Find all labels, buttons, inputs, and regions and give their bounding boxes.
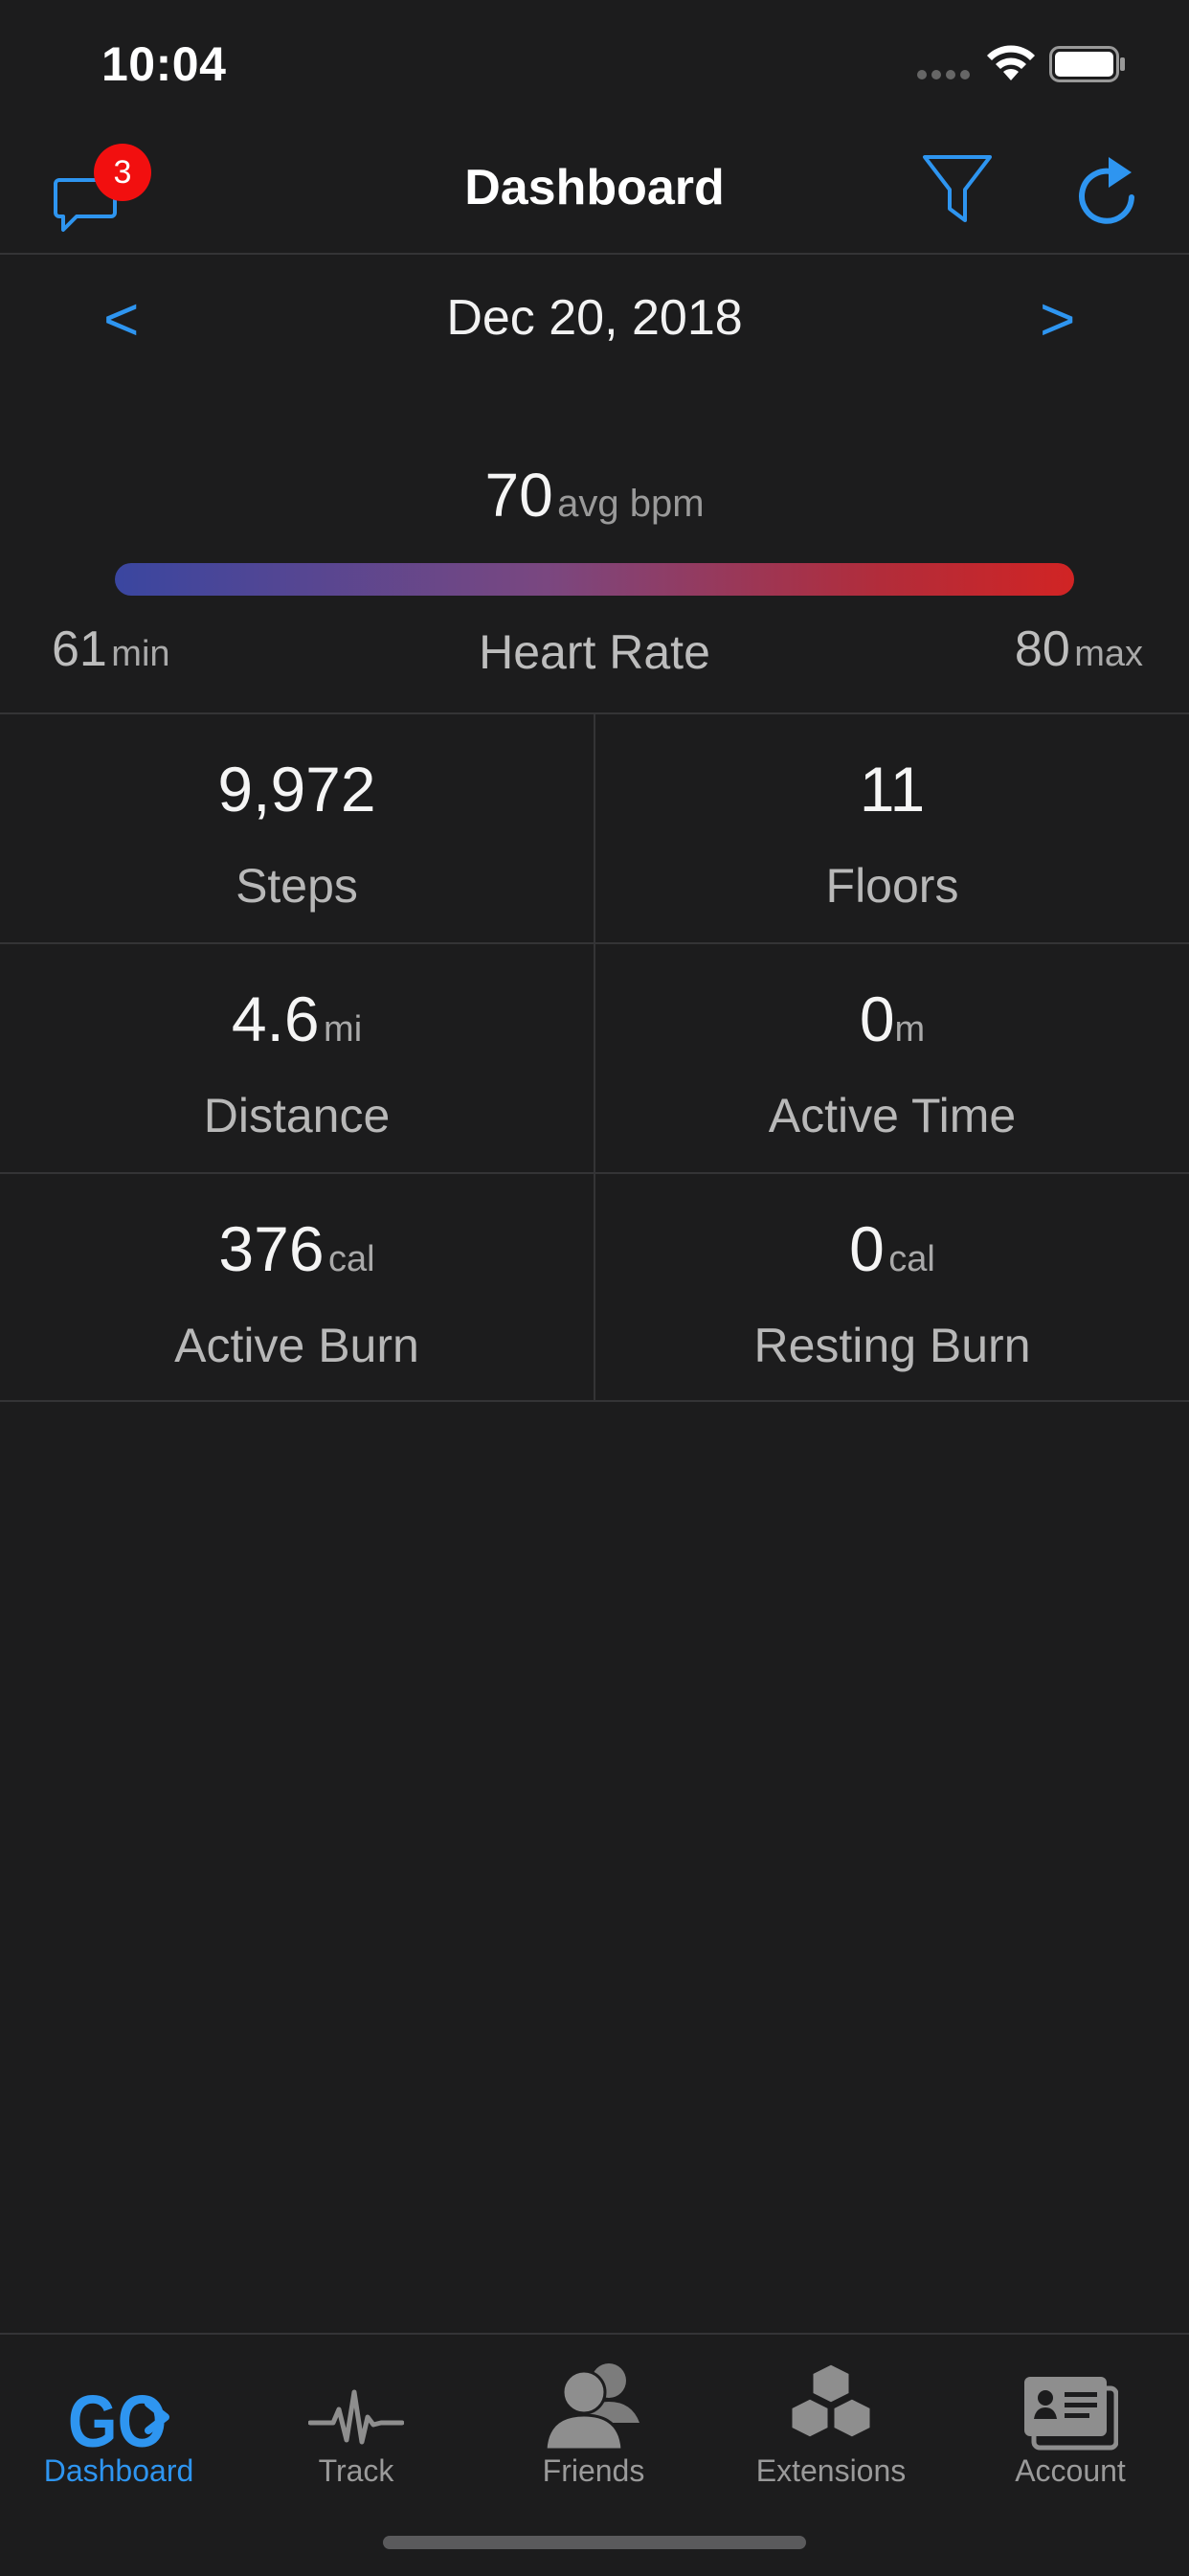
heart-rate-max-value: 80 [1014,621,1070,677]
tab-track[interactable]: Track [237,2344,475,2497]
tab-friends-label: Friends [542,2453,645,2488]
heart-rate-gradient-bar [115,563,1074,596]
page-title: Dashboard [464,160,725,215]
tab-extensions-label: Extensions [755,2453,907,2488]
cubes-icon [789,2361,873,2440]
stats-grid: 9,972 Steps 11 Floors 4.6 mi Distance 0m… [0,712,1189,1402]
active-burn-label: Active Burn [174,1319,419,1372]
go-logo-icon: GO [68,2381,169,2452]
active-burn-value: 376 [218,1213,325,1284]
distance-tile[interactable]: 4.6 mi Distance [0,944,595,1172]
distance-unit: mi [324,1009,363,1050]
tab-account-label: Account [1015,2453,1126,2488]
tab-dashboard[interactable]: GO Dashboard [0,2344,237,2497]
heart-rate-max-unit: max [1074,634,1143,674]
distance-value: 4.6 [231,983,320,1054]
navigation-bar: 3 Dashboard [0,124,1189,255]
resting-burn-label: Resting Burn [753,1319,1031,1372]
active-burn-value-line: 376 cal [0,1212,594,1285]
wifi-icon [987,45,1035,80]
refresh-icon[interactable] [1072,153,1145,230]
cellular-signal-icon [917,70,970,79]
floors-label: Floors [825,859,959,913]
active-time-unit: m [894,1009,926,1050]
steps-value: 9,972 [217,754,376,825]
resting-burn-value-line: 0 cal [595,1212,1189,1285]
resting-burn-value: 0 [849,1213,885,1284]
tab-track-label: Track [318,2453,394,2488]
tab-extensions[interactable]: Extensions [712,2344,950,2497]
active-time-value-line: 0m [595,983,1189,1055]
active-time-label: Active Time [768,1089,1017,1142]
floors-value-line: 11 [595,753,1189,825]
distance-value-line: 4.6 mi [0,983,594,1055]
heart-rate-avg-unit: avg bpm [557,483,705,525]
active-time-tile[interactable]: 0m Active Time [595,944,1189,1172]
distance-label: Distance [203,1089,391,1142]
heart-rate-avg-value: 70 [484,461,553,530]
heart-rate-label: Heart Rate [479,625,710,679]
tab-friends[interactable]: Friends [475,2344,712,2497]
friends-icon [544,2363,639,2452]
battery-icon [1049,46,1125,82]
resting-burn-unit: cal [888,1239,935,1279]
stats-row: 376 cal Active Burn 0 cal Resting Burn [0,1174,1189,1402]
home-indicator[interactable] [383,2536,806,2549]
active-time-value: 0 [859,983,895,1054]
filter-icon[interactable] [921,153,994,226]
stats-row: 9,972 Steps 11 Floors [0,714,1189,944]
next-day-button[interactable]: > [1040,283,1075,354]
floors-value: 11 [859,754,926,825]
tab-dashboard-label: Dashboard [43,2453,194,2488]
steps-tile[interactable]: 9,972 Steps [0,714,595,942]
heartbeat-icon [308,2389,404,2445]
resting-burn-tile[interactable]: 0 cal Resting Burn [595,1174,1189,1400]
date-label: Dec 20, 2018 [446,290,743,346]
heart-rate-average: 70 avg bpm [0,460,1189,531]
steps-label: Steps [236,859,358,913]
id-card-icon [1024,2377,1118,2451]
heart-rate-max: 80 max [1015,621,1143,678]
status-bar: 10:04 [0,0,1189,124]
date-selector: < Dec 20, 2018 > [0,255,1189,379]
status-time: 10:04 [101,37,227,91]
stats-row: 4.6 mi Distance 0m Active Time [0,944,1189,1174]
floors-tile[interactable]: 11 Floors [595,714,1189,942]
active-burn-tile[interactable]: 376 cal Active Burn [0,1174,595,1400]
steps-value-line: 9,972 [0,753,594,825]
svg-text:GO: GO [68,2381,167,2452]
tab-account[interactable]: Account [952,2344,1189,2497]
active-burn-unit: cal [328,1239,375,1279]
